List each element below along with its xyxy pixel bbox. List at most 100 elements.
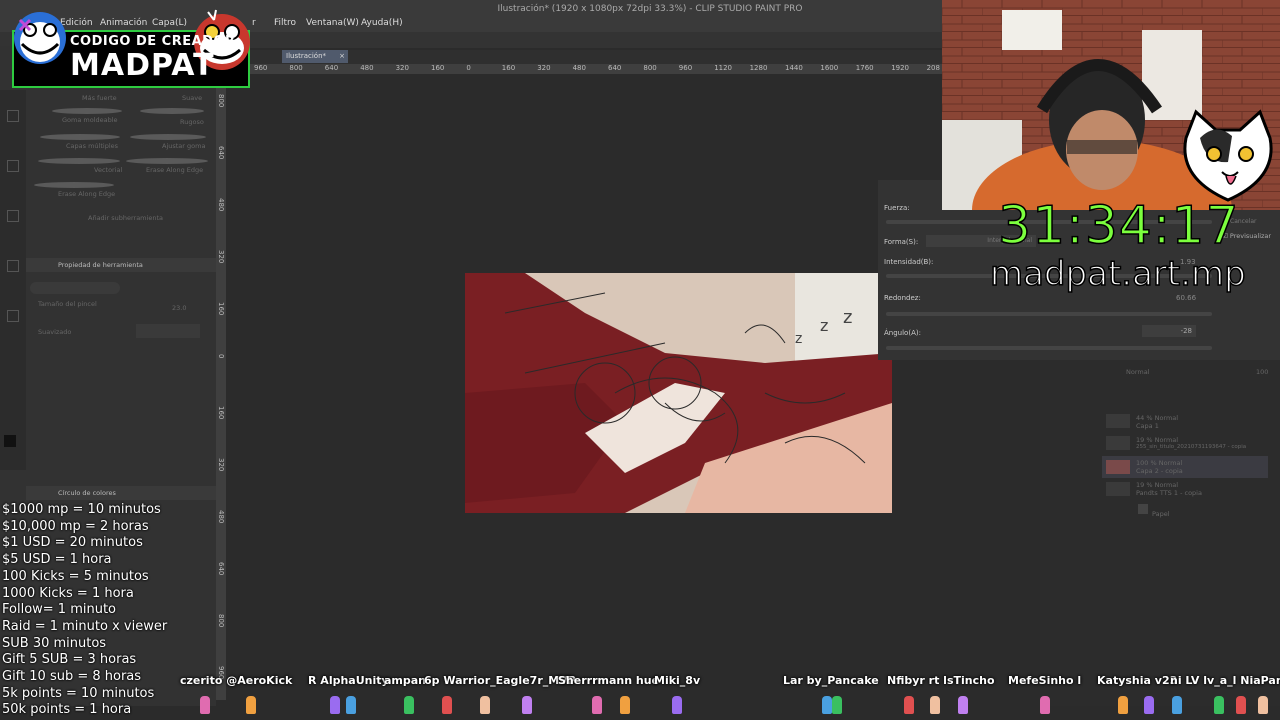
brush-stroke-preview (126, 158, 208, 164)
add-subtool-button[interactable]: Añadir subherramienta (88, 214, 163, 222)
angulo-value: -28 (1180, 327, 1192, 335)
subtool-item[interactable]: Rugoso (180, 118, 204, 126)
viewer-sprite (246, 696, 256, 714)
layer-item[interactable]: 44 % Normal (1136, 414, 1178, 422)
ruler-tick: 800 (217, 94, 225, 108)
layer-item[interactable]: Capa 1 (1136, 422, 1159, 430)
mascot-left-icon (14, 12, 66, 64)
ruler-left: 800 640 480 320 160 0 160 320 480 640 800 960 (216, 74, 226, 700)
layer-item[interactable]: Capa 2 - copia (1136, 467, 1183, 475)
text-tool-icon[interactable] (7, 310, 19, 322)
menu-ventana[interactable]: Ventana(W) (306, 18, 359, 28)
subtool-item[interactable]: Ajustar goma (162, 142, 205, 150)
brush-stroke-preview (130, 134, 206, 140)
redondez-value[interactable]: 60.66 (1176, 294, 1196, 302)
ruler-tick: 480 (217, 198, 225, 212)
canvas-artwork[interactable]: z z z (465, 273, 892, 513)
viewer-name: Katyshia v23 (1097, 674, 1178, 687)
opacity-value[interactable]: 100 (1256, 368, 1268, 376)
rate-item: $1 USD = 20 minutos (2, 535, 143, 551)
viewer-sprite (522, 696, 532, 714)
tool-property-title: Propiedad de herramienta (58, 261, 143, 269)
ruler-tick: 1600 (820, 64, 839, 72)
ruler-tick: 320 (395, 64, 409, 72)
tab-illustration[interactable]: Ilustración* × (282, 50, 348, 63)
viewer-sprite (930, 696, 940, 714)
ruler-tick: 1920 (891, 64, 910, 72)
color-circle-header: Círculo de colores (26, 486, 216, 500)
menu-filtro[interactable]: Filtro (274, 18, 296, 28)
angulo-input[interactable]: -28 (1142, 325, 1196, 337)
paper-layer-icon (1138, 504, 1148, 514)
layer-item[interactable]: 19 % Normal (1136, 436, 1178, 444)
main-color-swatch[interactable] (4, 435, 16, 447)
ruler-tick: 640 (324, 64, 339, 72)
ruler-tick: 160 (431, 64, 445, 72)
viewer-sprite (904, 696, 914, 714)
fuerza-label: Fuerza: (884, 204, 910, 212)
subtool-item[interactable]: Erase Along Edge (58, 190, 115, 198)
layer-item[interactable]: Pandts TTS 1 - copia (1136, 489, 1202, 497)
brush-stroke-preview (38, 158, 120, 164)
ruler-tick: 1760 (855, 64, 874, 72)
menu-animacion[interactable]: Animación (100, 18, 147, 28)
layer-item[interactable]: 100 % Normal (1136, 459, 1182, 467)
viewer-sprite (330, 696, 340, 714)
subtool-item[interactable]: Más fuerte (82, 94, 117, 102)
viewer-sprite (442, 696, 452, 714)
layer-thumbnail (1106, 460, 1130, 474)
viewer-sprite (346, 696, 356, 714)
viewer-name: Sherrrmann hue (558, 674, 659, 687)
ruler-tick: 160 (501, 64, 516, 72)
subtool-item[interactable]: Suave (182, 94, 202, 102)
ruler-tick: 0 (466, 64, 471, 72)
redondez-slider[interactable] (886, 312, 1212, 316)
menu-ayuda[interactable]: Ayuda(H) (361, 18, 403, 28)
ruler-tick: 640 (217, 146, 225, 160)
layer-item[interactable]: Papel (1152, 510, 1170, 518)
fill-tool-icon[interactable] (7, 260, 19, 272)
brush-preview (30, 282, 120, 294)
ruler-tick: 160 (217, 302, 225, 316)
brush-tool-icon[interactable] (7, 210, 19, 222)
viewer-sprite (592, 696, 602, 714)
sketch-image: z z z (465, 273, 892, 513)
subtool-item[interactable]: Goma moldeable (62, 116, 118, 124)
viewer-sprite (672, 696, 682, 714)
softness-selector[interactable] (136, 324, 200, 338)
viewer-name: czerito @AeroKick (180, 674, 293, 687)
ruler-tick: 480 (217, 510, 225, 524)
subtool-item[interactable]: Vectorial (94, 166, 122, 174)
brush-stroke-preview (34, 182, 114, 188)
rate-item: 1000 Kicks = 1 hora (2, 585, 134, 601)
ruler-tick: 480 (572, 64, 586, 72)
blend-mode-select[interactable]: Normal (1126, 368, 1150, 376)
viewer-sprite (832, 696, 842, 714)
ruler-tick: 960 (678, 64, 693, 72)
rate-item: 100 Kicks = 5 minutos (2, 568, 149, 584)
angulo-slider[interactable] (886, 346, 1212, 350)
eraser-tool-icon[interactable] (7, 160, 19, 172)
logo-line-2: MADPAT (70, 48, 215, 83)
viewer-name: ampan (384, 674, 427, 687)
ruler-tick: 1120 (714, 64, 733, 72)
subtool-item[interactable]: Capas múltiples (66, 142, 118, 150)
layer-thumbnail (1106, 436, 1130, 450)
ruler-tick: 800 (217, 614, 225, 628)
ruler-tick: 1440 (785, 64, 803, 72)
tool-column (0, 90, 26, 470)
layer-item[interactable]: 19 % Normal (1136, 481, 1178, 489)
ruler-tick: 1280 (749, 64, 768, 72)
viewer-name: Miki_8v (654, 674, 701, 687)
brush-size-value[interactable]: 23.0 (172, 304, 186, 312)
logo-line-1: CODIGO DE CREADOR (70, 34, 236, 49)
close-icon[interactable]: × (339, 50, 345, 63)
rate-item: SUB 30 minutos (2, 635, 107, 651)
viewer-sprite (480, 696, 490, 714)
menu-capa[interactable]: Capa(L) (152, 18, 187, 28)
svg-text:z: z (820, 316, 828, 335)
softness-label: Suavizado (38, 328, 72, 336)
subtool-item[interactable]: Erase Along Edge (146, 166, 203, 174)
pen-tool-icon[interactable] (7, 110, 19, 122)
layer-item[interactable]: 255_sin_titulo_20210731193647 - copia (1136, 444, 1246, 450)
